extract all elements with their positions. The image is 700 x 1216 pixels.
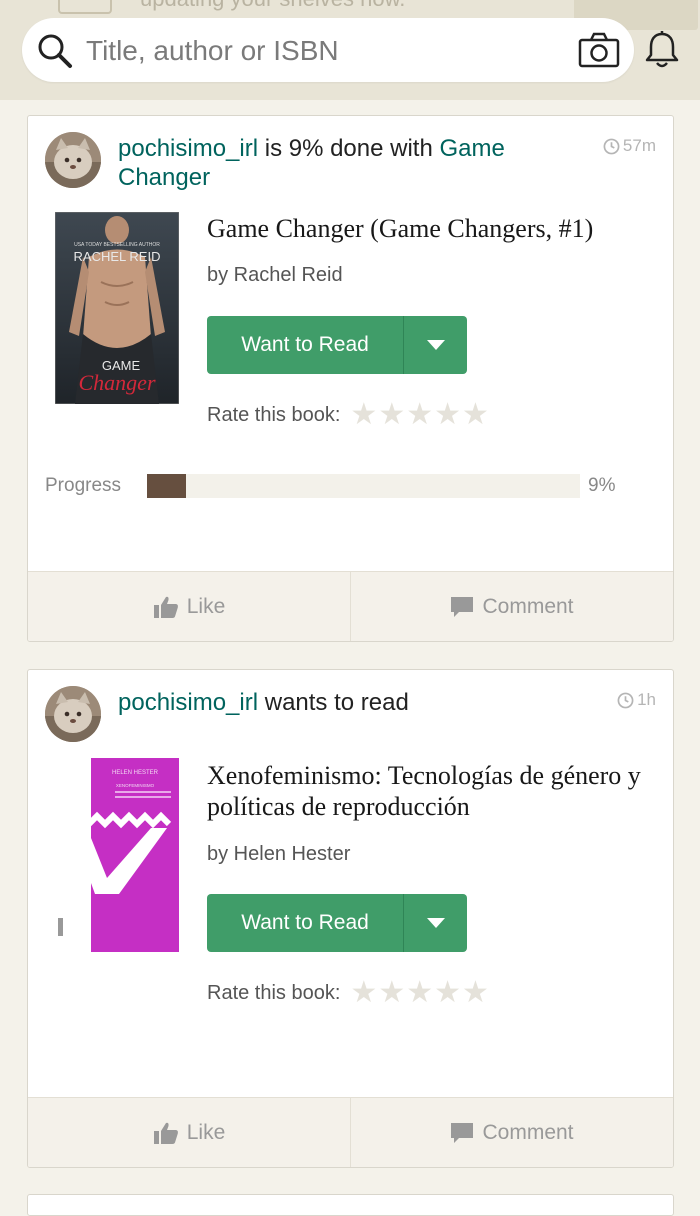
comment-label[interactable]: Comment xyxy=(482,1121,573,1145)
star-rating[interactable]: ★ ★ ★ ★ ★ xyxy=(350,978,489,1008)
feed-card: pochisimo_irl wants to read 1h HELEN HES… xyxy=(27,669,674,1168)
want-to-read-label[interactable]: Want to Read xyxy=(207,316,404,374)
clock-icon xyxy=(603,138,620,154)
avatar[interactable] xyxy=(45,686,101,742)
want-to-read-button[interactable]: Want to Read xyxy=(207,316,467,374)
reading-progress: Progress 9% xyxy=(45,474,655,498)
background-graphic xyxy=(58,0,112,14)
speech-bubble-icon xyxy=(451,1123,474,1143)
activity-headline: pochisimo_irl is 9% done with Game Chang… xyxy=(118,134,588,192)
comment-button[interactable]: Comment xyxy=(350,572,673,641)
clock-icon xyxy=(617,692,634,708)
feed-card-partial xyxy=(27,1194,674,1216)
star-icon[interactable]: ★ xyxy=(462,400,489,430)
star-icon[interactable]: ★ xyxy=(406,978,433,1008)
card-actions: Like Comment xyxy=(28,571,673,641)
rate-label: Rate this book: xyxy=(207,403,341,426)
time-text: 1h xyxy=(637,690,656,709)
rate-label: Rate this book: xyxy=(207,981,341,1004)
camera-icon[interactable] xyxy=(578,32,620,68)
bell-icon[interactable] xyxy=(643,30,681,70)
background-text: updating your shelves now. xyxy=(140,0,405,12)
thumbs-up-icon xyxy=(153,596,178,618)
rating-row: Rate this book: ★ ★ ★ ★ ★ xyxy=(207,978,489,1008)
cover-title-line2: Changer xyxy=(79,370,156,395)
star-icon[interactable]: ★ xyxy=(378,400,405,430)
progress-label: Progress xyxy=(45,475,122,496)
top-bar: updating your shelves now. xyxy=(0,0,700,100)
cover-author: HELEN HESTER xyxy=(112,770,159,776)
book-cover[interactable]: HELEN HESTER XENOFEMINISMO xyxy=(55,758,179,952)
speech-bubble-icon xyxy=(451,597,474,617)
feed-card: pochisimo_irl is 9% done with Game Chang… xyxy=(27,115,674,642)
card-actions: Like Comment xyxy=(28,1097,673,1167)
user-link[interactable]: pochisimo_irl xyxy=(118,135,258,162)
progress-fill xyxy=(147,474,186,498)
avatar-image xyxy=(45,686,101,742)
timestamp: 57m xyxy=(603,136,656,156)
timestamp: 1h xyxy=(617,690,656,710)
book-title[interactable]: Xenofeminismo: Tecnologías de género y p… xyxy=(207,760,652,822)
star-icon[interactable]: ★ xyxy=(462,978,489,1008)
activity-text: is 9% done with xyxy=(258,135,440,162)
book-cover-image: HELEN HESTER XENOFEMINISMO xyxy=(55,758,179,952)
star-icon[interactable]: ★ xyxy=(350,400,377,430)
comment-label[interactable]: Comment xyxy=(482,595,573,619)
progress-value: 9% xyxy=(588,475,616,496)
user-link[interactable]: pochisimo_irl xyxy=(118,689,258,716)
comment-button[interactable]: Comment xyxy=(350,1098,673,1167)
time-text: 57m xyxy=(622,136,656,155)
search-icon[interactable] xyxy=(36,32,74,70)
want-to-read-label[interactable]: Want to Read xyxy=(207,894,404,952)
shelf-dropdown[interactable] xyxy=(404,316,467,374)
book-author[interactable]: by Helen Hester xyxy=(207,843,350,866)
star-icon[interactable]: ★ xyxy=(406,400,433,430)
rating-row: Rate this book: ★ ★ ★ ★ ★ xyxy=(207,400,489,430)
book-author[interactable]: by Rachel Reid xyxy=(207,264,343,287)
caret-down-icon[interactable] xyxy=(426,340,445,350)
cover-title: XENOFEMINISMO xyxy=(116,783,155,788)
activity-headline: pochisimo_irl wants to read xyxy=(118,688,588,717)
book-title[interactable]: Game Changer (Game Changers, #1) xyxy=(207,213,652,244)
avatar[interactable] xyxy=(45,132,101,188)
avatar-image xyxy=(45,132,101,188)
cover-tagline: USA TODAY BESTSELLING AUTHOR xyxy=(74,242,160,248)
star-icon[interactable]: ★ xyxy=(350,978,377,1008)
like-label[interactable]: Like xyxy=(187,1121,226,1145)
caret-down-icon[interactable] xyxy=(426,918,445,928)
search-bar[interactable] xyxy=(22,18,634,82)
book-cover[interactable]: USA TODAY BESTSELLING AUTHOR RACHEL REID… xyxy=(55,212,179,404)
star-icon[interactable]: ★ xyxy=(378,978,405,1008)
book-cover-image: USA TODAY BESTSELLING AUTHOR RACHEL REID… xyxy=(55,212,179,404)
want-to-read-button[interactable]: Want to Read xyxy=(207,894,467,952)
star-icon[interactable]: ★ xyxy=(434,978,461,1008)
star-rating[interactable]: ★ ★ ★ ★ ★ xyxy=(350,400,489,430)
progress-bar xyxy=(147,474,580,498)
search-input[interactable] xyxy=(84,30,558,72)
thumbs-up-icon xyxy=(153,1122,178,1144)
like-label[interactable]: Like xyxy=(187,595,226,619)
like-button[interactable]: Like xyxy=(28,572,350,641)
like-button[interactable]: Like xyxy=(28,1098,350,1167)
star-icon[interactable]: ★ xyxy=(434,400,461,430)
activity-text: wants to read xyxy=(258,689,409,716)
cover-author: RACHEL REID xyxy=(74,249,161,264)
shelf-dropdown[interactable] xyxy=(404,894,467,952)
